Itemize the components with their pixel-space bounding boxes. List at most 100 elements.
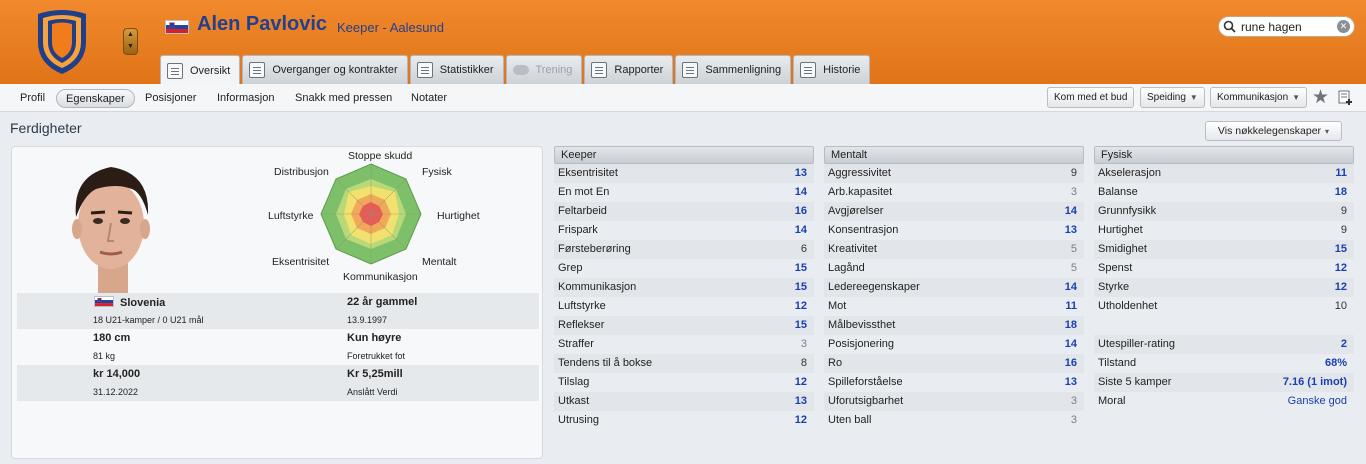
attribute-row[interactable]: Siste 5 kamper 7.16 (1 imot): [1094, 373, 1354, 392]
info-row: 31.12.2022 Anslått Verdi: [17, 383, 539, 401]
attribute-row[interactable]: Arb.kapasitet 3: [824, 183, 1084, 202]
subnav-notater[interactable]: Notater: [402, 89, 456, 108]
physical-rows: Akselerasjon 11 Balanse 18 Grunnfysikk 9 Hurti…: [1094, 164, 1354, 316]
attribute-row[interactable]: Tendens til å bokse 8: [554, 354, 814, 373]
attribute-row[interactable]: Spilleforståelse 13: [824, 373, 1084, 392]
attribute-row[interactable]: Utkast 13: [554, 392, 814, 411]
attribute-row[interactable]: Ledereegenskaper 14: [824, 278, 1084, 297]
search-input[interactable]: rune hagen ✕: [1218, 16, 1355, 37]
attribute-name: Førsteberøring: [558, 243, 631, 255]
attribute-row[interactable]: Uten ball 3: [824, 411, 1084, 430]
attribute-row[interactable]: Balanse 18: [1094, 183, 1354, 202]
attribute-row[interactable]: Mot 11: [824, 297, 1084, 316]
attribute-row[interactable]: Feltarbeid 16: [554, 202, 814, 221]
chevron-down-icon: ▼: [1189, 93, 1198, 102]
attribute-value: 14: [794, 224, 807, 236]
attribute-row[interactable]: Luftstyrke 12: [554, 297, 814, 316]
mental-attributes-table: Mentalt Aggressivitet 9 Arb.kapasitet 3 Avgj…: [824, 146, 1084, 430]
attribute-row[interactable]: En mot En 14: [554, 183, 814, 202]
subnav-profil[interactable]: Profil: [11, 89, 54, 108]
radar-label-fysisk: Fysisk: [422, 166, 452, 178]
attribute-row[interactable]: Utholdenhet 10: [1094, 297, 1354, 316]
attribute-row[interactable]: Spenst 12: [1094, 259, 1354, 278]
attribute-value: 7.16 (1 imot): [1282, 376, 1347, 388]
clear-search-icon[interactable]: ✕: [1337, 20, 1350, 33]
radar-label-hurtighet: Hurtighet: [437, 210, 480, 222]
attribute-row[interactable]: Kreativitet 5: [824, 240, 1084, 259]
attribute-row[interactable]: Hurtighet 9: [1094, 221, 1354, 240]
attribute-row[interactable]: Konsentrasjon 13: [824, 221, 1084, 240]
attribute-row[interactable]: Reflekser 15: [554, 316, 814, 335]
attribute-row[interactable]: Førsteberøring 6: [554, 240, 814, 259]
attribute-row[interactable]: Grep 15: [554, 259, 814, 278]
tab-oversikt[interactable]: Oversikt: [160, 55, 241, 85]
contract-icon: [249, 62, 266, 78]
attribute-row[interactable]: Avgjørelser 14: [824, 202, 1084, 221]
scouting-dropdown[interactable]: Speiding ▼: [1140, 87, 1205, 108]
chevron-down-icon: ▾: [1325, 127, 1330, 136]
attribute-name: Luftstyrke: [558, 300, 606, 312]
attribute-row[interactable]: Smidighet 15: [1094, 240, 1354, 259]
attribute-name: Moral: [1098, 395, 1126, 407]
attribute-row[interactable]: Utespiller-rating 2: [1094, 335, 1354, 354]
attribute-row[interactable]: Kommunikasjon 15: [554, 278, 814, 297]
tab-sammenligning[interactable]: Sammenligning: [675, 55, 792, 84]
attribute-row[interactable]: Utrusing 12: [554, 411, 814, 430]
physical-header: Fysisk: [1094, 146, 1354, 164]
subnav-informasjon[interactable]: Informasjon: [208, 89, 283, 108]
shortlist-star-icon[interactable]: ★: [1312, 86, 1329, 109]
attribute-row[interactable]: Tilslag 12: [554, 373, 814, 392]
tab-overganger[interactable]: Overganger og kontrakter: [242, 55, 408, 84]
make-bid-button[interactable]: Kom med et bud: [1047, 87, 1135, 108]
attribute-row[interactable]: Ro 16: [824, 354, 1084, 373]
attribute-row[interactable]: Eksentrisitet 13: [554, 164, 814, 183]
attribute-value: 12: [1334, 281, 1347, 293]
subnav-snakk-med-pressen[interactable]: Snakk med pressen: [286, 89, 401, 108]
tab-statistikker[interactable]: Statistikker: [409, 55, 504, 84]
attribute-value: 15: [794, 319, 807, 331]
attribute-row[interactable]: Uforutsigbarhet 3: [824, 392, 1084, 411]
attribute-row[interactable]: Lagånd 5: [824, 259, 1084, 278]
nationality[interactable]: Slovenia: [94, 296, 165, 309]
add-note-icon[interactable]: [1338, 90, 1353, 105]
attribute-name: Smidighet: [1098, 243, 1147, 255]
tab-historie[interactable]: Historie: [793, 55, 871, 84]
attribute-value: Ganske god: [1287, 395, 1347, 407]
player-spinner[interactable]: ▲ ▼: [123, 28, 138, 55]
tab-rapporter[interactable]: Rapporter: [584, 55, 674, 84]
attribute-name: Lagånd: [828, 262, 865, 274]
attribute-name: Målbevissthet: [828, 319, 896, 331]
attribute-value: 3: [1070, 395, 1077, 407]
estimated-value: Kr 5,25mill: [347, 368, 403, 380]
attribute-name: Grunnfysikk: [1098, 205, 1157, 217]
attribute-value: 14: [1064, 205, 1077, 217]
cloud-icon: [512, 65, 529, 75]
attribute-row[interactable]: Styrke 12: [1094, 278, 1354, 297]
attribute-row[interactable]: Straffer 3: [554, 335, 814, 354]
spinner-up-icon[interactable]: ▲: [124, 29, 137, 41]
attribute-row[interactable]: Målbevissthet 18: [824, 316, 1084, 335]
communication-dropdown[interactable]: Kommunikasjon ▼: [1210, 87, 1308, 108]
attribute-name: Arb.kapasitet: [828, 186, 893, 198]
attribute-row[interactable]: Tilstand 68%: [1094, 354, 1354, 373]
subnav-posisjoner[interactable]: Posisjoner: [136, 89, 205, 108]
attribute-row[interactable]: Grunnfysikk 9: [1094, 202, 1354, 221]
radar-polygon: [320, 163, 422, 265]
attribute-row[interactable]: Frispark 14: [554, 221, 814, 240]
player-position-club[interactable]: Keeper - Aalesund: [337, 20, 444, 35]
communication-label: Kommunikasjon: [1217, 92, 1289, 103]
tab-trening[interactable]: Trening: [505, 55, 583, 84]
spinner-down-icon[interactable]: ▼: [124, 41, 137, 53]
attribute-row[interactable]: Aggressivitet 9: [824, 164, 1084, 183]
attribute-row[interactable]: Moral Ganske god: [1094, 392, 1354, 411]
attribute-row[interactable]: Akselerasjon 11: [1094, 164, 1354, 183]
search-icon: [1223, 20, 1236, 33]
player-header: ▲ ▼ Alen Pavlovic Keeper - Aalesund rune…: [0, 0, 1366, 85]
attribute-value: 13: [1064, 376, 1077, 388]
attribute-name: Spenst: [1098, 262, 1133, 274]
attribute-row[interactable]: Posisjonering 14: [824, 335, 1084, 354]
key-attributes-dropdown[interactable]: Vis nøkkelegenskaper ▾: [1205, 121, 1342, 141]
subnav-egenskaper[interactable]: Egenskaper: [56, 89, 135, 108]
club-crest-icon[interactable]: [32, 8, 92, 76]
